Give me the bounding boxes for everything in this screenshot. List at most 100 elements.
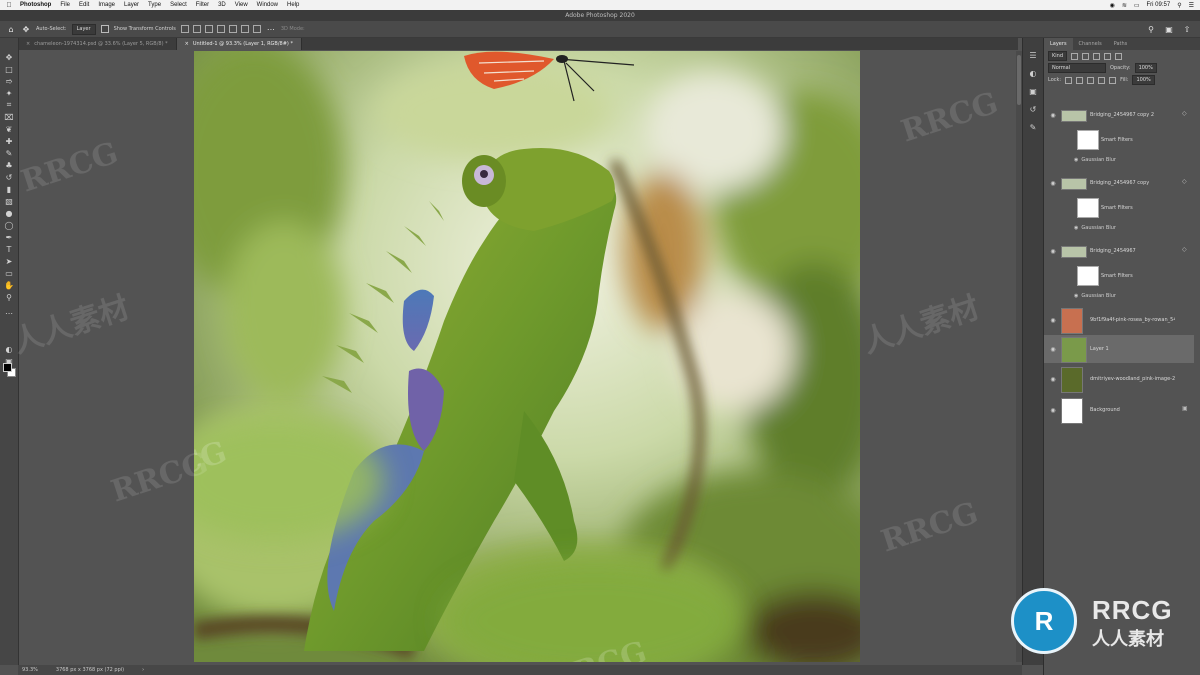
align-left-icon[interactable] [180, 25, 189, 33]
blend-mode-dropdown[interactable]: Normal [1048, 63, 1106, 73]
move-tool-icon[interactable]: ✥ [4, 52, 14, 62]
filter-pixel-icon[interactable] [1071, 52, 1079, 60]
foreground-color-swatch[interactable] [3, 363, 12, 372]
auto-select-dropdown[interactable]: Layer [71, 23, 96, 35]
eye-icon[interactable]: ◉ [1049, 345, 1057, 353]
shape-tool-icon[interactable]: ▭ [4, 268, 14, 278]
fill-field[interactable]: 100% [1132, 75, 1155, 85]
tab-untitled[interactable]: × Untitled-1 @ 93.3% (Layer 1, RGB/8#) * [176, 38, 302, 50]
filter-effect-row[interactable]: ◉ Gaussian Blur [1074, 225, 1116, 231]
layer-row[interactable]: ◉ Bridging_2454967 copy ◇ [1044, 176, 1194, 190]
tab-channels[interactable]: Channels [1073, 38, 1108, 50]
menu-view[interactable]: View [235, 2, 248, 8]
align-center-icon[interactable] [192, 25, 201, 33]
brush-tool-icon[interactable]: ✎ [4, 148, 14, 158]
share-icon[interactable]: ⇧ [1182, 24, 1192, 34]
dodge-tool-icon[interactable]: ◯ [4, 220, 14, 230]
tab-chameleon[interactable]: × chameleon-1974314.psd @ 33.6% (Layer 5,… [18, 38, 177, 50]
menu-window[interactable]: Window [257, 2, 278, 8]
history-icon[interactable]: ↺ [1028, 104, 1038, 114]
smart-filter-row[interactable]: Smart Filters [1044, 128, 1194, 150]
align-middle-icon[interactable] [228, 25, 237, 33]
frame-tool-icon[interactable]: ⌧ [4, 112, 14, 122]
healing-brush-icon[interactable]: ✚ [4, 136, 14, 146]
filter-type-icon[interactable] [1093, 52, 1101, 60]
hand-tool-icon[interactable]: ✋ [4, 280, 14, 290]
spotlight-icon[interactable]: ⚲ [1177, 2, 1181, 9]
lock-artboard-icon[interactable] [1098, 76, 1106, 84]
lock-pixels-icon[interactable] [1065, 76, 1073, 84]
menu-edit[interactable]: Edit [79, 2, 89, 8]
battery-icon[interactable]: ▭ [1134, 2, 1140, 9]
layer-row[interactable]: ◉ dmitriyev-woodland_pink-image-224853 [1044, 365, 1194, 393]
blur-tool-icon[interactable]: ● [4, 208, 14, 218]
filter-adjust-icon[interactable] [1082, 52, 1090, 60]
align-right-icon[interactable] [204, 25, 213, 33]
creative-cloud-icon[interactable]: ◉ [1110, 2, 1115, 9]
zoom-tool-icon[interactable]: ⚲ [4, 292, 14, 302]
eye-icon[interactable]: ◉ [1049, 316, 1057, 324]
lock-move-icon[interactable] [1087, 76, 1095, 84]
menu-select[interactable]: Select [170, 2, 187, 8]
layer-row[interactable]: ◉ Bridging_2454967 ◇ [1044, 244, 1194, 258]
adjustments-icon[interactable]: ◐ [1028, 68, 1038, 78]
menu-list-icon[interactable]: ☰ [1189, 2, 1194, 9]
menu-type[interactable]: Type [148, 2, 161, 8]
more-icon[interactable]: ⋯ [266, 24, 276, 34]
distribute-icon[interactable] [252, 25, 261, 33]
tab-paths[interactable]: Paths [1108, 38, 1134, 50]
search-icon[interactable]: ⚲ [1146, 24, 1156, 34]
eyedropper-icon[interactable]: ❦ [4, 124, 14, 134]
lock-brush-icon[interactable] [1076, 76, 1084, 84]
filter-shape-icon[interactable] [1104, 52, 1112, 60]
libraries-icon[interactable]: ▣ [1028, 86, 1038, 96]
menu-3d[interactable]: 3D [218, 2, 226, 8]
eye-icon[interactable]: ◉ [1049, 111, 1057, 119]
eye-icon[interactable]: ◉ [1074, 225, 1078, 231]
transform-checkbox[interactable] [100, 25, 109, 33]
eye-icon[interactable]: ◉ [1074, 157, 1078, 163]
canvas-image[interactable]: RRCG RRCG [194, 51, 860, 662]
type-tool-icon[interactable]: T [4, 244, 14, 254]
menu-app[interactable]: Photoshop [20, 2, 51, 8]
quick-mask-icon[interactable]: ◐ [4, 344, 14, 354]
eraser-icon[interactable]: ▮ [4, 184, 14, 194]
filter-effect-row[interactable]: ◉ Gaussian Blur [1074, 157, 1116, 163]
close-icon[interactable]: × [26, 41, 30, 47]
scroll-thumb[interactable] [1017, 55, 1021, 105]
crop-tool-icon[interactable]: ⌗ [4, 100, 14, 110]
history-brush-icon[interactable]: ↺ [4, 172, 14, 182]
properties-icon[interactable]: ☰ [1028, 50, 1038, 60]
smart-filter-row[interactable]: Smart Filters [1044, 264, 1194, 286]
status-arrow-icon[interactable]: › [142, 667, 144, 673]
align-bottom-icon[interactable] [240, 25, 249, 33]
eye-icon[interactable]: ◉ [1049, 247, 1057, 255]
filter-effect-row[interactable]: ◉ Gaussian Blur [1074, 293, 1116, 299]
apple-icon[interactable]:  [4, 2, 14, 9]
pen-tool-icon[interactable]: ✒ [4, 232, 14, 242]
move-tool-icon[interactable]: ✥ [21, 24, 31, 34]
zoom-level[interactable]: 93.3% [22, 667, 38, 673]
smart-filter-row[interactable]: Smart Filters [1044, 196, 1194, 218]
lasso-tool-icon[interactable]: ➱ [4, 76, 14, 86]
clock[interactable]: Fri 09:57 [1147, 2, 1171, 8]
opacity-field[interactable]: 100% [1134, 63, 1157, 73]
menu-file[interactable]: File [60, 2, 70, 8]
layer-row-selected[interactable]: ◉ Layer 1 [1044, 335, 1194, 363]
close-icon[interactable]: × [185, 41, 189, 47]
lock-all-icon[interactable] [1109, 76, 1117, 84]
filter-smart-icon[interactable] [1115, 52, 1123, 60]
brush-settings-icon[interactable]: ✎ [1028, 122, 1038, 132]
layer-row[interactable]: ◉ 9bf1f9a4f-pink-rosea_by-rowan_5474138 [1044, 306, 1194, 334]
menu-layer[interactable]: Layer [124, 2, 139, 8]
align-top-icon[interactable] [216, 25, 225, 33]
layer-row[interactable]: ◉ Background ▣ [1044, 396, 1194, 424]
workspace-icon[interactable]: ▣ [1164, 24, 1174, 34]
path-select-icon[interactable]: ➤ [4, 256, 14, 266]
eye-icon[interactable]: ◉ [1049, 179, 1057, 187]
tab-layers[interactable]: Layers [1044, 38, 1073, 50]
menu-help[interactable]: Help [287, 2, 299, 8]
clone-stamp-icon[interactable]: ♣ [4, 160, 14, 170]
eye-icon[interactable]: ◉ [1074, 293, 1078, 299]
eye-icon[interactable]: ◉ [1049, 375, 1057, 383]
